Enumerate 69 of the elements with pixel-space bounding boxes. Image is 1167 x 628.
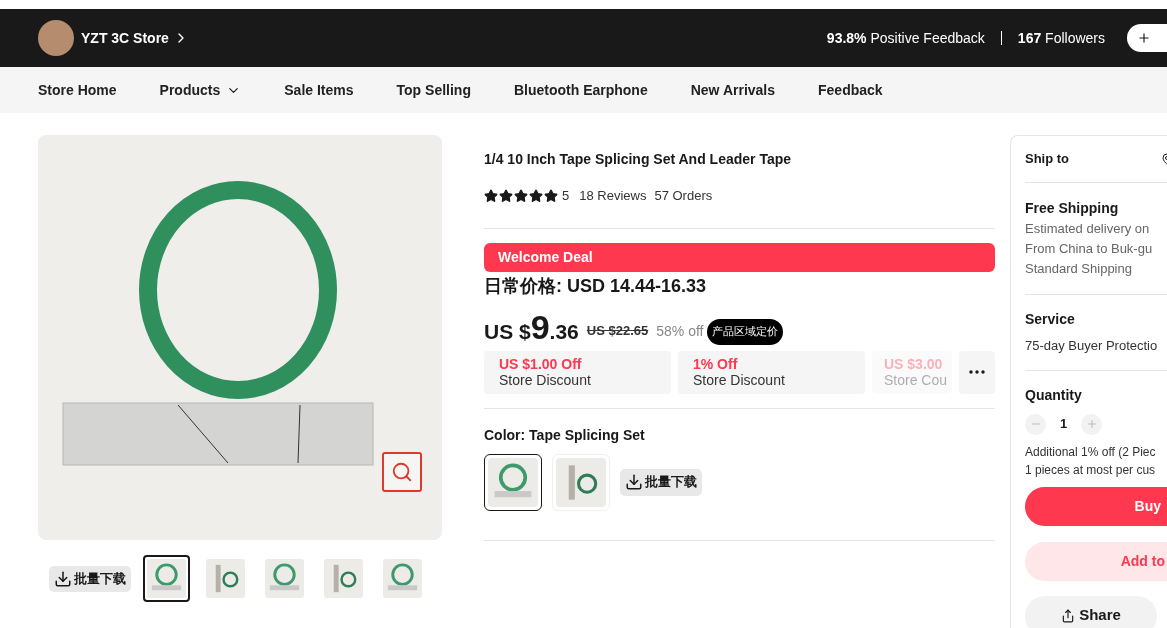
thumbnail-photo [206, 559, 245, 598]
orders-count: 57 Orders [654, 187, 713, 205]
thumbnail-photo [383, 559, 422, 598]
regional-price-badge: 产品区域定价 [707, 318, 784, 345]
nav-link[interactable]: Feedback [818, 79, 883, 101]
coupon-amount: US $3.00 [884, 356, 944, 373]
coupon-label: Store Discount [499, 372, 592, 389]
shipping-detail: From China to Buk-gu [1025, 240, 1154, 258]
discount-percent: 58% off [656, 321, 704, 341]
download-icon [54, 569, 72, 588]
nav-link[interactable]: New Arrivals [690, 79, 776, 101]
shipping-detail: Standard Shipping [1025, 260, 1133, 278]
nav-link[interactable]: Top Selling [396, 79, 471, 101]
follow-button[interactable] [1127, 24, 1167, 52]
nav-link[interactable]: Sale Items [284, 79, 354, 101]
followers-count: 167 Followers [1017, 28, 1105, 48]
regular-price: 日常价格: USD 14.44-16.33 [484, 274, 708, 298]
product-title: 1/4 10 Inch Tape Splicing Set And Leader Tape [484, 150, 793, 169]
nav-link[interactable]: Products [159, 79, 242, 101]
zoom-button[interactable] [382, 452, 422, 492]
option-photo [556, 457, 606, 507]
more-icon [969, 370, 985, 375]
coupon[interactable]: 1% Off Store Discount [678, 350, 865, 394]
original-price: US $22.65 [586, 322, 649, 341]
share-button[interactable]: Share [1025, 595, 1157, 628]
store-avatar [38, 20, 74, 56]
more-coupons-button[interactable] [959, 350, 995, 394]
search-icon [391, 461, 413, 483]
coupon-label: Store Cou [884, 372, 949, 389]
quantity-note: Additional 1% off (2 Piec [1025, 443, 1157, 461]
service-text: 75-day Buyer Protectio [1025, 337, 1159, 355]
positive-feedback: 93.8% Positive Feedback [826, 28, 985, 48]
star-icon [514, 188, 528, 203]
nav-link[interactable]: Bluetooth Earphone [513, 79, 648, 101]
ship-to-label: Ship to [1025, 150, 1070, 169]
color-label: Color: Tape Splicing Set [484, 425, 646, 445]
download-button[interactable]: 批量下载 [49, 565, 131, 592]
coupon-amount: 1% Off [693, 356, 739, 373]
quantity-value: 1 [1060, 415, 1068, 434]
star-icon [484, 188, 498, 203]
buy-now-button[interactable]: Buy [1025, 486, 1167, 526]
color-option[interactable] [484, 453, 542, 511]
star-icon [499, 188, 513, 203]
welcome-deal-banner: Welcome Deal [484, 242, 995, 272]
thumbnail[interactable] [143, 555, 190, 602]
quantity-note: 1 pieces at most per cus [1025, 461, 1157, 479]
star-icon [544, 188, 558, 203]
shipping-title: Free Shipping [1025, 199, 1120, 218]
star-icon [529, 188, 543, 203]
thumbnail-photo [147, 559, 186, 598]
reviews-link[interactable]: 18 Reviews [579, 186, 647, 206]
nav-link[interactable]: Store Home [38, 79, 117, 101]
coupon-amount: US $1.00 Off [499, 356, 583, 373]
plus-icon [1085, 418, 1098, 430]
coupon-label: Store Discount [693, 372, 786, 389]
plus-icon [1137, 31, 1151, 45]
option-photo [488, 457, 538, 507]
rating-value: 5 [562, 187, 570, 205]
thumbnail-photo [324, 559, 363, 598]
store-name-link[interactable]: YZT 3C Store [81, 27, 169, 49]
download-icon [625, 473, 643, 492]
thumbnail-photo [265, 559, 304, 598]
download-button[interactable]: 批量下载 [620, 468, 702, 496]
shipping-detail: Estimated delivery on [1025, 220, 1151, 238]
share-icon [1061, 608, 1076, 623]
coupon[interactable]: US $1.00 Off Store Discount [484, 350, 671, 394]
service-title: Service [1025, 310, 1076, 329]
sale-price: US $9.36 [484, 309, 579, 344]
quantity-title: Quantity [1025, 385, 1083, 405]
